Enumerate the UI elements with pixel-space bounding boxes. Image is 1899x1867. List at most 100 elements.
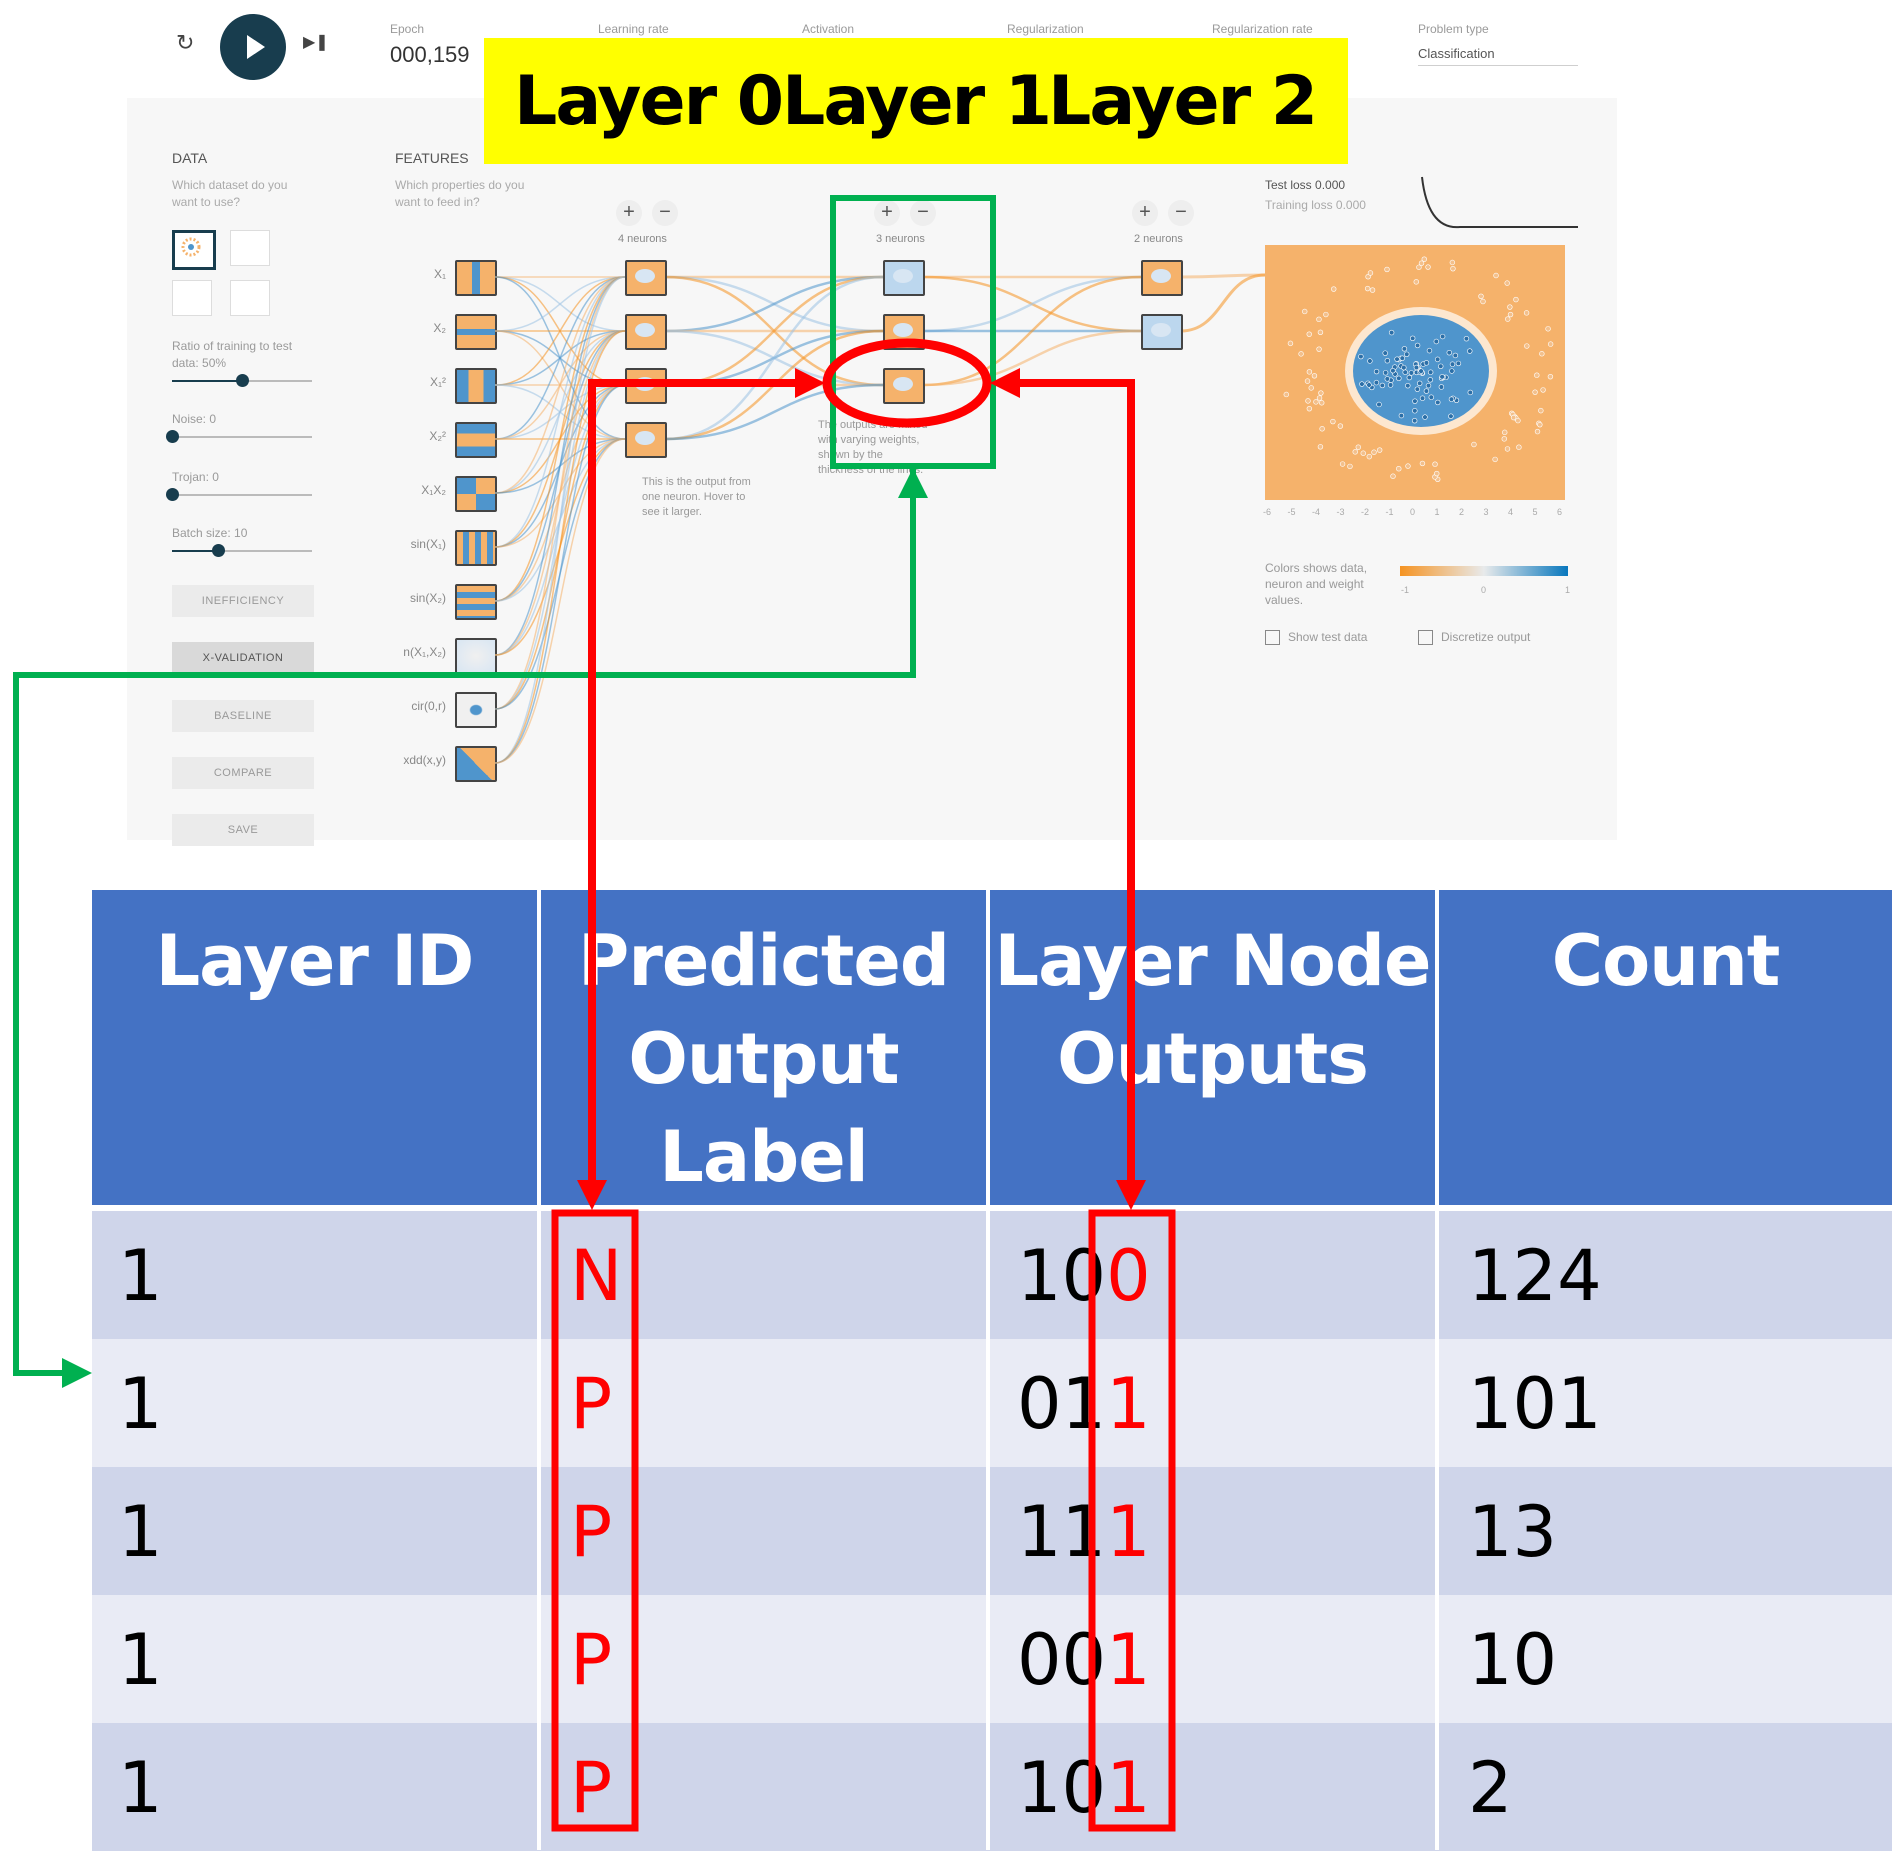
data-point — [1421, 256, 1427, 262]
data-point — [1317, 329, 1324, 335]
data-point — [1438, 363, 1444, 369]
weight-line — [922, 329, 1142, 387]
data-point — [1439, 333, 1446, 340]
data-point — [1412, 398, 1418, 404]
layer2-add-button[interactable]: + — [1132, 200, 1158, 226]
data-point — [1304, 378, 1311, 384]
outputs-last-bit: 1 — [1106, 1491, 1151, 1573]
data-point — [1408, 370, 1415, 376]
data-point — [1302, 308, 1308, 315]
data-point — [1493, 272, 1499, 279]
test-loss: Test loss 0.000 — [1265, 178, 1346, 192]
data-point — [1547, 373, 1554, 380]
data-point — [1373, 368, 1380, 375]
data-point — [1434, 356, 1441, 363]
color-scale — [1400, 566, 1568, 576]
layer0-remove-button[interactable]: − — [652, 200, 678, 226]
data-point — [1505, 316, 1511, 322]
data-point — [1418, 368, 1424, 374]
neuron-layer2-1[interactable] — [1141, 314, 1183, 350]
data-point — [1382, 350, 1388, 356]
data-point — [1283, 391, 1289, 398]
data-point — [1394, 356, 1400, 362]
cell-count: 124 — [1468, 1235, 1602, 1317]
layer1-add-button[interactable]: + — [874, 200, 900, 226]
data-point — [1427, 369, 1434, 375]
data-point — [1419, 395, 1426, 401]
data-point — [1449, 361, 1456, 367]
neuron-layer0-0[interactable] — [625, 260, 667, 296]
neuron-layer1-1[interactable] — [883, 314, 925, 350]
data-point — [1405, 382, 1411, 389]
neuron-layer0-2[interactable] — [625, 368, 667, 404]
x-tick-label: 1 — [1434, 507, 1440, 517]
data-point — [1507, 311, 1514, 318]
data-point — [1339, 461, 1346, 467]
data-point — [1523, 310, 1530, 316]
data-point — [1364, 285, 1371, 292]
discretize-output-checkbox[interactable]: Discretize output — [1418, 630, 1531, 646]
neuron-layer0-1[interactable] — [625, 314, 667, 350]
show-test-data-checkbox[interactable]: Show test data — [1265, 630, 1367, 646]
data-point — [1358, 353, 1364, 360]
header-layer-id: Layer ID — [92, 890, 537, 1205]
data-point — [1532, 389, 1538, 395]
cell-predicted-label: P — [570, 1747, 613, 1829]
data-point — [1467, 389, 1474, 396]
neuron-preview — [1151, 269, 1171, 283]
data-point — [1369, 287, 1376, 293]
neuron-layer1-0[interactable] — [883, 260, 925, 296]
legend-tick-min: -1 — [1401, 585, 1410, 595]
data-point — [1382, 370, 1389, 376]
data-point — [1396, 466, 1402, 472]
legend-text: Colors shows data, neuron and weight val… — [1265, 561, 1368, 607]
data-point — [1448, 413, 1454, 419]
cell-node-outputs: 111 — [1017, 1491, 1151, 1573]
cell-layer-id: 1 — [118, 1491, 163, 1573]
data-point — [1425, 382, 1432, 389]
data-point — [1413, 364, 1420, 371]
outputs-prefix: 11 — [1017, 1491, 1107, 1573]
data-point — [1405, 463, 1411, 469]
layer0-add-button[interactable]: + — [616, 200, 642, 226]
table-row: 1 P 101 2 — [92, 1723, 1892, 1851]
data-point — [1384, 266, 1390, 273]
data-point — [1316, 316, 1322, 323]
layer1-remove-button[interactable]: − — [910, 200, 936, 226]
data-point — [1384, 376, 1391, 382]
table-row: 1 N 100 124 — [92, 1211, 1892, 1339]
neuron-layer1-2[interactable] — [883, 368, 925, 404]
data-point — [1423, 360, 1430, 366]
data-point — [1388, 329, 1395, 336]
data-point — [1425, 264, 1431, 270]
cell-layer-id: 1 — [118, 1235, 163, 1317]
data-point — [1366, 382, 1372, 388]
data-point — [1449, 259, 1456, 266]
data-point — [1516, 444, 1522, 450]
data-point — [1504, 280, 1510, 286]
discretize-output-label: Discretize output — [1441, 630, 1531, 644]
neuron-layer0-3[interactable] — [625, 422, 667, 458]
data-point — [1422, 414, 1428, 420]
data-point — [1384, 358, 1391, 364]
layer0-note: This is the output from one neuron. Hove… — [642, 476, 751, 518]
neuron-layer2-0[interactable] — [1141, 260, 1183, 296]
data-point — [1376, 447, 1383, 453]
data-point — [1367, 358, 1373, 364]
data-point — [1416, 380, 1423, 387]
legend-tick-max: 1 — [1565, 585, 1571, 595]
data-point — [1387, 382, 1394, 388]
x-tick-label: 2 — [1459, 507, 1465, 517]
data-point — [1366, 453, 1372, 460]
outputs-last-bit: 0 — [1106, 1235, 1151, 1317]
x-tick-label: -4 — [1312, 507, 1321, 517]
output-heatmap[interactable] — [1265, 245, 1565, 500]
data-point — [1306, 369, 1313, 375]
x-tick-label: 4 — [1508, 507, 1514, 517]
data-point — [1446, 349, 1452, 356]
data-point — [1390, 473, 1396, 479]
layer2-remove-button[interactable]: − — [1168, 200, 1194, 226]
data-point — [1379, 382, 1386, 389]
loss-curve — [1421, 176, 1578, 229]
header-predicted-label: Predicted Output Label — [541, 890, 986, 1205]
